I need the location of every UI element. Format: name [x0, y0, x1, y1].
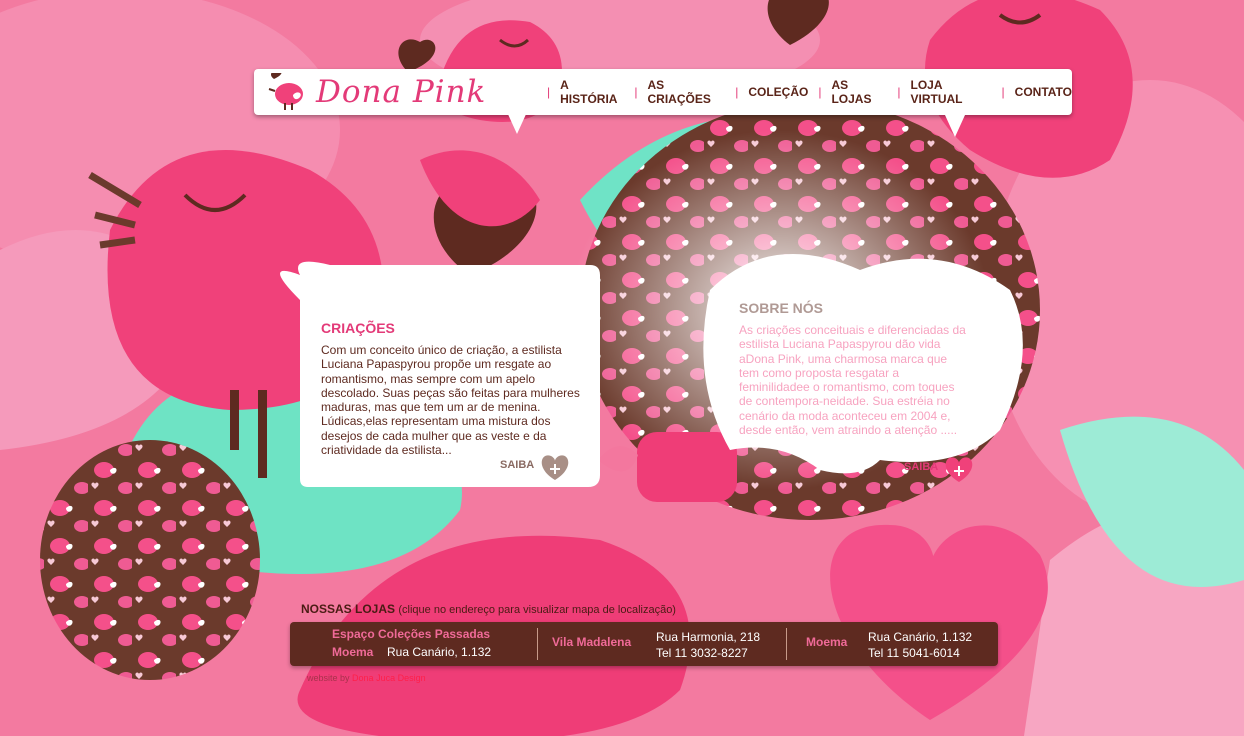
stores-heading: NOSSAS LOJAS (clique no endereço para vi…: [301, 602, 676, 616]
store-name: Moema: [806, 635, 848, 649]
store-moema[interactable]: Moema Rua Canário, 1.132 Tel 11 5041-601…: [790, 622, 998, 666]
store-sub: Moema: [332, 645, 374, 659]
store-name: Vila Madalena: [552, 635, 632, 649]
menu-item-criacoes[interactable]: AS CRIAÇÕES: [647, 78, 725, 106]
store-vila-madalena[interactable]: Vila Madalena Rua Harmonia, 218 Tel 11 3…: [540, 622, 785, 666]
store-name: Espaço Coleções Passadas: [332, 627, 491, 641]
stores-hint: (clique no endereço para visualizar mapa…: [398, 604, 676, 616]
criacoes-title: CRIAÇÕES: [321, 320, 395, 336]
store-address: Rua Harmonia, 218: [656, 630, 761, 644]
menu-separator: |: [547, 85, 551, 99]
store-divider: [537, 628, 538, 660]
menu-separator: |: [897, 85, 901, 99]
top-nav-bar: Dona Pink | A HISTÓRIA | AS CRIAÇÕES | C…: [254, 69, 1072, 115]
store-address: Rua Canário, 1.132: [868, 630, 973, 644]
plus-heart-icon: [538, 452, 569, 480]
saiba-label: SAIBA: [904, 461, 939, 473]
sobre-section: SOBRE NÓS As criações conceituais e dife…: [739, 300, 969, 437]
criacoes-saiba-button[interactable]: SAIBA: [500, 452, 569, 480]
store-phone: Tel 11 5041-6014: [868, 646, 960, 660]
store-divider: [786, 628, 787, 660]
store-address: Rua Canário, 1.132: [387, 645, 492, 659]
credit-author-link[interactable]: Dona Juca Design: [352, 673, 426, 683]
menu-item-lojas[interactable]: AS LOJAS: [831, 78, 887, 106]
site-credit: website by Dona Juca Design: [307, 673, 426, 683]
bird-logo-icon: [268, 73, 303, 110]
stores-title: NOSSAS LOJAS: [301, 602, 396, 616]
menu-item-colecao[interactable]: COLEÇÃO: [748, 85, 808, 99]
menu-separator: |: [1001, 85, 1005, 99]
menu-item-contato[interactable]: CONTATO: [1015, 85, 1072, 99]
menu-separator: |: [634, 85, 638, 99]
main-menu: | A HISTÓRIA | AS CRIAÇÕES | COLEÇÃO | A…: [537, 69, 1072, 115]
menu-separator: |: [735, 85, 739, 99]
credit-prefix: website by: [307, 673, 350, 683]
store-phone: Tel 11 3032-8227: [656, 646, 748, 660]
menu-item-historia[interactable]: A HISTÓRIA: [560, 78, 624, 106]
sobre-text: As criações conceituais e diferenciadas …: [739, 323, 966, 438]
store-espaco-colecoes[interactable]: Espaço Coleções Passadas Moema Rua Canár…: [290, 622, 535, 666]
plus-heart-icon: [942, 454, 973, 482]
saiba-label: SAIBA: [500, 459, 535, 471]
criacoes-section: CRIAÇÕES Com um conceito único de criaçã…: [321, 320, 583, 457]
sobre-title: SOBRE NÓS: [739, 300, 824, 316]
criacoes-text: Com um conceito único de criação, a esti…: [321, 343, 580, 458]
logo[interactable]: Dona Pink: [264, 73, 486, 111]
brand-name: Dona Pink: [316, 74, 487, 110]
sobre-saiba-button[interactable]: SAIBA: [904, 454, 973, 482]
menu-separator: |: [818, 85, 822, 99]
menu-item-loja-virtual[interactable]: LOJA VIRTUAL: [911, 78, 992, 106]
stores-bar: Espaço Coleções Passadas Moema Rua Canár…: [290, 622, 998, 666]
